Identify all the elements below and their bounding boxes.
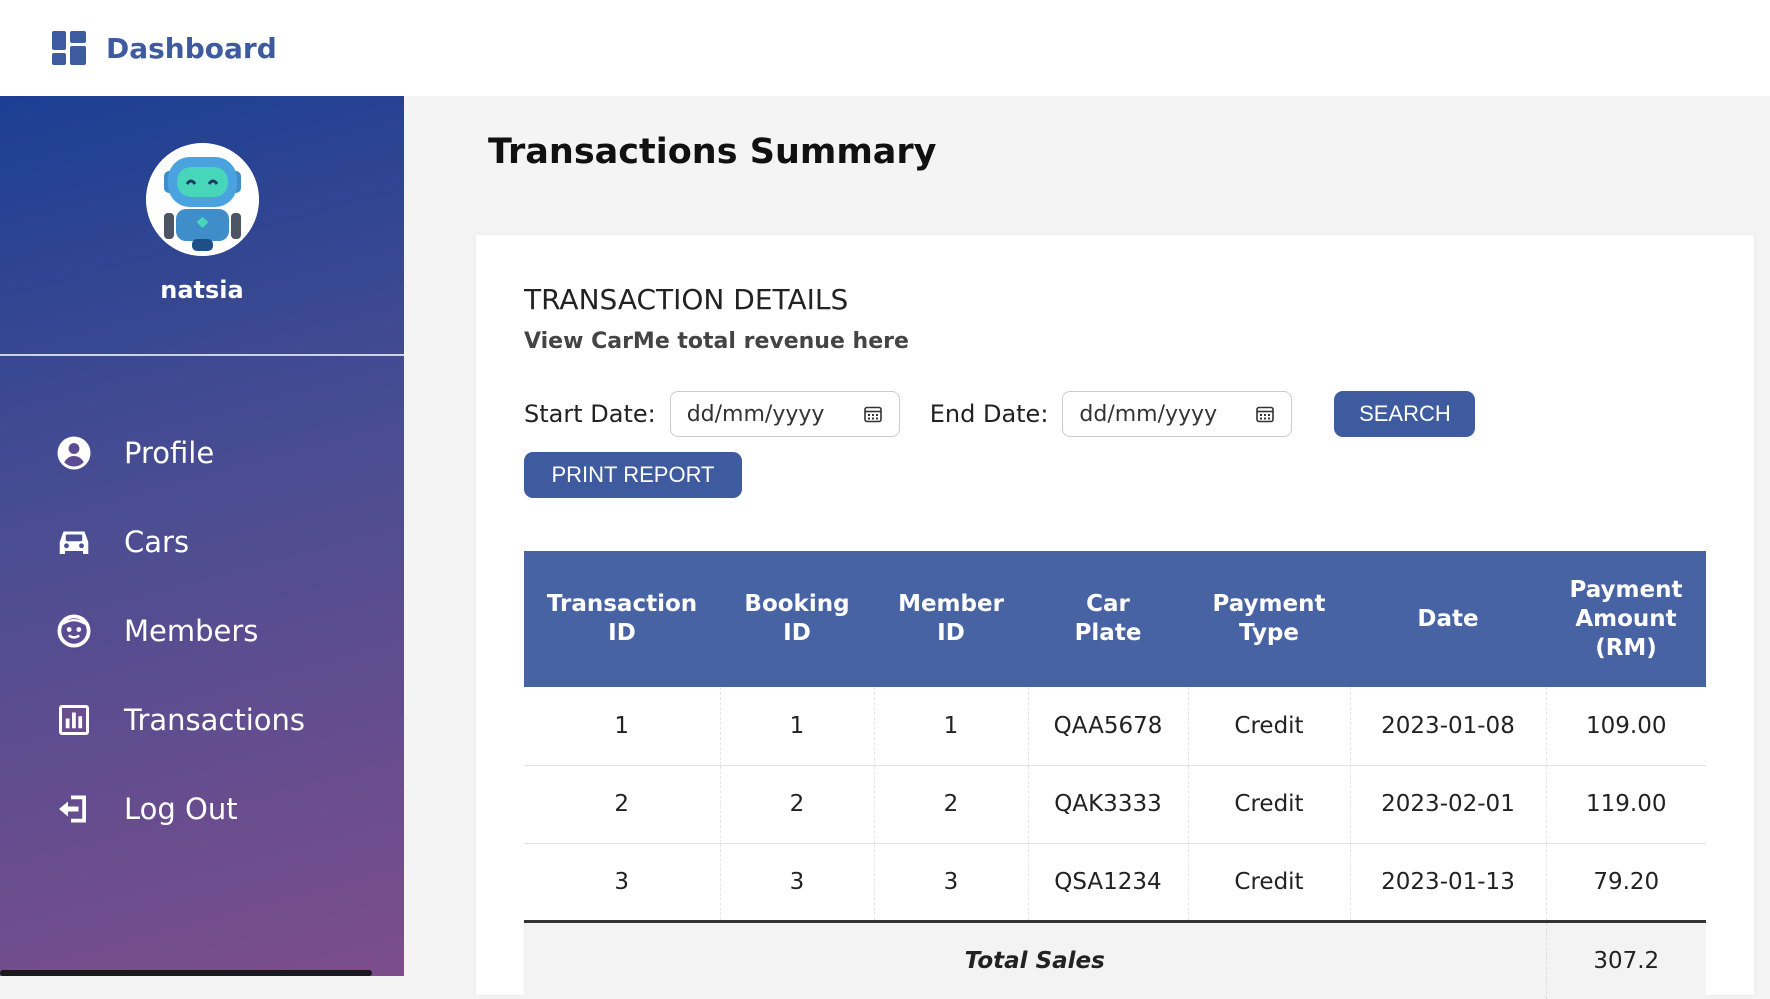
user-circle-icon bbox=[57, 436, 91, 469]
col-date: Date bbox=[1417, 605, 1479, 632]
total-row: Total Sales 307.2 bbox=[524, 919, 1706, 999]
cell-booking-id: 3 bbox=[720, 843, 875, 922]
cell-car-plate: QAK3333 bbox=[1028, 765, 1189, 844]
transaction-card: TRANSACTION DETAILS View CarMe total rev… bbox=[476, 235, 1754, 999]
table-row: 1 1 1 QAA5678 Credit 2023-01-08 109.00 bbox=[524, 687, 1706, 766]
col-payment-type: Payment Type bbox=[1212, 591, 1326, 646]
calendar-icon[interactable] bbox=[1255, 404, 1275, 424]
cell-transaction-id: 2 bbox=[524, 765, 721, 844]
card-subtitle: View CarMe total revenue here bbox=[524, 329, 909, 354]
end-date-label: End Date: bbox=[929, 400, 1049, 428]
cell-member-id: 1 bbox=[874, 687, 1029, 766]
top-bar: Dashboard bbox=[0, 0, 1770, 96]
cell-payment-type: Credit bbox=[1188, 765, 1351, 844]
start-date-label: Start Date: bbox=[524, 400, 656, 428]
date-filters: Start Date: dd/mm/yyyy End Date: dd/mm/y… bbox=[524, 391, 1476, 437]
search-button[interactable]: SEARCH bbox=[1334, 391, 1476, 437]
dashboard-grid-icon bbox=[52, 31, 86, 65]
cell-booking-id: 1 bbox=[720, 687, 875, 766]
sidebar-item-transactions[interactable]: Transactions bbox=[0, 675, 404, 764]
cell-payment-type: Credit bbox=[1188, 687, 1351, 766]
cell-car-plate: QAA5678 bbox=[1028, 687, 1189, 766]
page-title: Transactions Summary bbox=[488, 132, 937, 172]
main-content: Transactions Summary TRANSACTION DETAILS… bbox=[404, 96, 1770, 999]
col-car-plate: Car Plate bbox=[1074, 591, 1142, 646]
col-booking-id: Booking ID bbox=[744, 591, 850, 646]
sidebar: natsia Profile Cars Members Transactions… bbox=[0, 96, 404, 976]
sidebar-item-label: Cars bbox=[124, 524, 190, 559]
cell-payment-amount: 119.00 bbox=[1546, 765, 1706, 844]
cell-booking-id: 2 bbox=[720, 765, 875, 844]
cell-transaction-id: 3 bbox=[524, 843, 721, 922]
cell-payment-amount: 109.00 bbox=[1546, 687, 1706, 766]
print-report-button[interactable]: PRINT REPORT bbox=[524, 452, 742, 498]
cell-payment-amount: 79.20 bbox=[1546, 843, 1706, 922]
chart-icon bbox=[59, 704, 89, 735]
sidebar-item-label: Log Out bbox=[124, 791, 238, 826]
cell-member-id: 3 bbox=[874, 843, 1029, 922]
total-sales-label: Total Sales bbox=[524, 919, 1547, 999]
col-member-id: Member ID bbox=[898, 591, 1004, 646]
sidebar-scrollbar[interactable] bbox=[0, 970, 372, 976]
end-date-input[interactable]: dd/mm/yyyy bbox=[1062, 391, 1293, 437]
sidebar-item-profile[interactable]: Profile bbox=[0, 408, 404, 497]
robot-avatar-icon bbox=[145, 143, 259, 256]
sidebar-item-label: Members bbox=[124, 613, 259, 648]
table-row: 2 2 2 QAK3333 Credit 2023-02-01 119.00 bbox=[524, 765, 1706, 844]
logout-icon bbox=[59, 795, 86, 822]
table-header-row: Transaction ID Booking ID Member ID Car Plat… bbox=[524, 551, 1706, 687]
transactions-table: Transaction ID Booking ID Member ID Car Plat… bbox=[524, 551, 1706, 999]
username: natsia bbox=[160, 276, 244, 304]
cell-member-id: 2 bbox=[874, 765, 1029, 844]
profile-block: natsia bbox=[0, 96, 404, 356]
col-transaction-id: Transaction ID bbox=[546, 591, 698, 646]
start-date-input[interactable]: dd/mm/yyyy bbox=[669, 391, 900, 437]
total-sales-value: 307.2 bbox=[1546, 919, 1706, 999]
brand-label: Dashboard bbox=[106, 31, 277, 65]
sidebar-nav: Profile Cars Members Transactions Log Ou… bbox=[0, 408, 404, 853]
cell-car-plate: QSA1234 bbox=[1028, 843, 1189, 922]
cell-date: 2023-02-01 bbox=[1350, 765, 1547, 844]
calendar-icon[interactable] bbox=[863, 404, 883, 424]
sidebar-item-cars[interactable]: Cars bbox=[0, 497, 404, 586]
dashboard-brand[interactable]: Dashboard bbox=[52, 31, 277, 65]
sidebar-item-label: Transactions bbox=[124, 702, 306, 737]
cell-transaction-id: 1 bbox=[524, 687, 721, 766]
cell-date: 2023-01-08 bbox=[1350, 687, 1547, 766]
avatar bbox=[145, 143, 259, 256]
sidebar-item-logout[interactable]: Log Out bbox=[0, 764, 404, 853]
cell-date: 2023-01-13 bbox=[1350, 843, 1547, 922]
car-icon bbox=[59, 531, 89, 554]
end-date-placeholder: dd/mm/yyyy bbox=[1079, 401, 1218, 427]
col-payment-amount: Payment Amount (RM) bbox=[1569, 576, 1683, 661]
cell-payment-type: Credit bbox=[1188, 843, 1351, 922]
table-row: 3 3 3 QSA1234 Credit 2023-01-13 79.20 bbox=[524, 843, 1706, 922]
sidebar-item-label: Profile bbox=[124, 435, 215, 470]
face-icon bbox=[57, 614, 91, 647]
card-title: TRANSACTION DETAILS bbox=[524, 283, 849, 316]
start-date-placeholder: dd/mm/yyyy bbox=[686, 401, 825, 427]
sidebar-item-members[interactable]: Members bbox=[0, 586, 404, 675]
